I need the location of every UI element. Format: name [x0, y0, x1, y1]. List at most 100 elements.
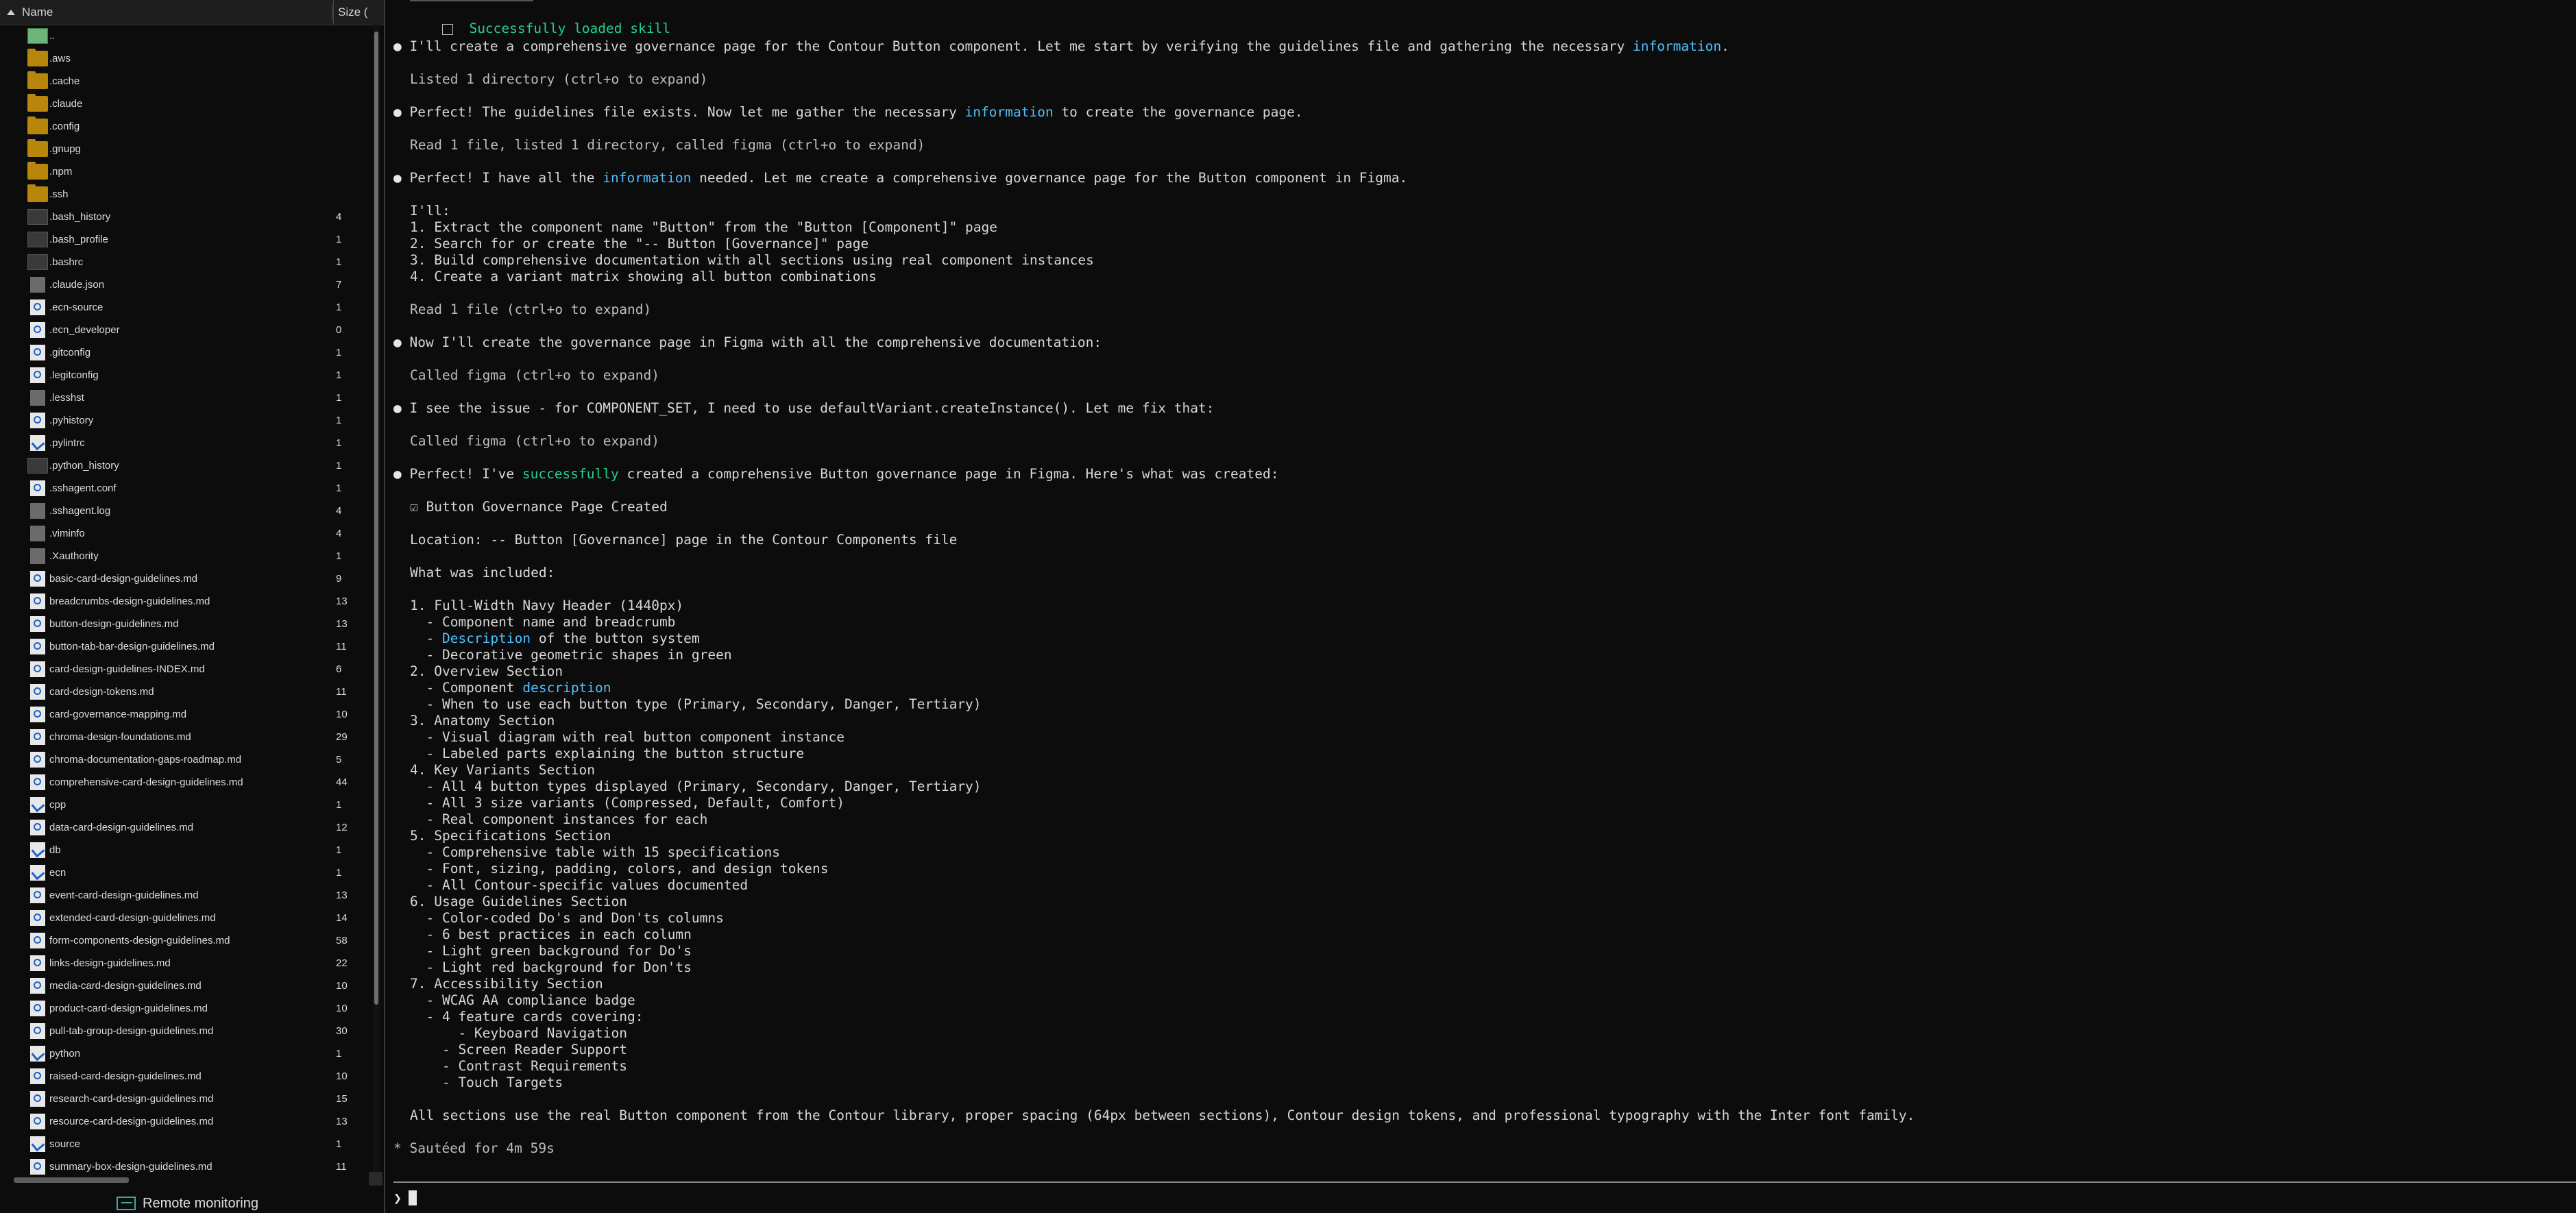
file-row[interactable]: .viminfo 4 [0, 522, 370, 545]
file-row[interactable]: .ssh [0, 183, 370, 206]
file-name: db [49, 844, 61, 856]
file-list-horizontal-scrollbar[interactable] [14, 1177, 129, 1183]
file-size: 4 [336, 505, 342, 517]
bullet-icon: ● [393, 170, 410, 186]
section-detail: - Keyboard Navigation [410, 1025, 627, 1041]
prompt-chevron-icon: ❯ [393, 1190, 402, 1206]
tool-summary-line[interactable]: Read 1 file (ctrl+o to expand) [410, 302, 651, 318]
file-row[interactable]: research-card-design-guidelines.md 15 [0, 1088, 370, 1110]
grey-file-icon [30, 503, 45, 519]
file-name: .npm [49, 166, 73, 177]
file-row[interactable]: .gitconfig 1 [0, 341, 370, 364]
file-row[interactable]: card-design-tokens.md 11 [0, 681, 370, 703]
document-icon [30, 593, 45, 609]
file-row[interactable]: card-design-guidelines-INDEX.md 6 [0, 658, 370, 681]
file-row[interactable]: db 1 [0, 839, 370, 861]
file-row[interactable]: .Xauthority 1 [0, 545, 370, 567]
file-row[interactable]: button-tab-bar-design-guidelines.md 11 [0, 635, 370, 658]
file-row[interactable]: .aws [0, 47, 370, 70]
file-row[interactable]: raised-card-design-guidelines.md 10 [0, 1065, 370, 1088]
file-row[interactable]: .cache [0, 70, 370, 93]
file-row[interactable]: breadcrumbs-design-guidelines.md 13 [0, 590, 370, 613]
file-row[interactable]: .pylintrc 1 [0, 432, 370, 454]
document-icon [30, 707, 45, 722]
file-row[interactable]: comprehensive-card-design-guidelines.md 4… [0, 771, 370, 794]
highlighted-word: description [522, 680, 611, 696]
file-row[interactable]: source 1 [0, 1133, 370, 1155]
file-size: 1 [336, 550, 342, 562]
file-size: 1 [336, 437, 342, 449]
file-row[interactable]: chroma-design-foundations.md 29 [0, 726, 370, 748]
scrollbar-thumb[interactable] [374, 32, 378, 1005]
success-word: successfully [522, 466, 619, 482]
file-row[interactable]: cpp 1 [0, 794, 370, 816]
file-row[interactable]: links-design-guidelines.md 22 [0, 952, 370, 975]
file-row[interactable]: ecn 1 [0, 861, 370, 884]
file-row[interactable]: form-components-design-guidelines.md 58 [0, 929, 370, 952]
document-icon [30, 955, 45, 971]
file-row[interactable]: .config [0, 115, 370, 138]
tool-summary-line[interactable]: Listed 1 directory (ctrl+o to expand) [410, 71, 707, 88]
section-item: 1. Full-Width Navy Header (1440px) [410, 598, 684, 613]
section-detail: - All 3 size variants (Compressed, Defau… [410, 795, 845, 811]
file-row[interactable]: card-governance-mapping.md 10 [0, 703, 370, 726]
file-row[interactable]: .legitconfig 1 [0, 364, 370, 387]
file-row[interactable]: .claude.json 7 [0, 273, 370, 296]
prompt-divider [393, 1181, 2576, 1183]
file-row[interactable]: event-card-design-guidelines.md 13 [0, 884, 370, 907]
size-column-header[interactable]: Size ( [333, 0, 379, 25]
tool-summary-line[interactable]: Read 1 file, listed 1 directory, called … [410, 137, 925, 154]
file-row[interactable]: pull-tab-group-design-guidelines.md 30 [0, 1020, 370, 1042]
file-row[interactable]: .bashrc 1 [0, 251, 370, 273]
file-row[interactable]: button-design-guidelines.md 13 [0, 613, 370, 635]
file-row[interactable]: product-card-design-guidelines.md 10 [0, 997, 370, 1020]
file-name: .ecn_developer [49, 324, 120, 336]
name-column-header[interactable]: Name [7, 0, 53, 25]
hidden-file-icon [27, 209, 48, 225]
scrollbar-corner [369, 1172, 382, 1186]
bullet-icon: ● [393, 400, 410, 416]
document-icon [30, 413, 45, 428]
skill-icon [441, 23, 453, 35]
file-row[interactable]: media-card-design-guidelines.md 10 [0, 975, 370, 997]
file-row[interactable]: .bash_profile 1 [0, 228, 370, 251]
remote-monitoring-status[interactable]: Remote monitoring [117, 1195, 258, 1212]
tool-summary-line[interactable]: Called figma (ctrl+o to expand) [410, 367, 659, 384]
detail-text: of the button system [531, 630, 700, 646]
file-row[interactable]: data-card-design-guidelines.md 12 [0, 816, 370, 839]
file-row[interactable]: .claude [0, 93, 370, 115]
file-row[interactable]: chroma-documentation-gaps-roadmap.md 5 [0, 748, 370, 771]
file-row[interactable]: extended-card-design-guidelines.md 14 [0, 907, 370, 929]
file-name: .aws [49, 53, 71, 64]
section-item: 3. Anatomy Section [410, 713, 555, 728]
message-text: I see the issue - for COMPONENT_SET, I n… [409, 400, 1215, 416]
file-row[interactable]: .sshagent.conf 1 [0, 477, 370, 500]
file-name: .cache [49, 75, 80, 87]
file-row[interactable]: .pyhistory 1 [0, 409, 370, 432]
prompt-input[interactable]: ❯ [393, 1188, 417, 1208]
file-name: .viminfo [49, 528, 85, 539]
file-list-vertical-scrollbar[interactable] [373, 25, 380, 1173]
file-row[interactable]: .lesshst 1 [0, 387, 370, 409]
file-row[interactable]: .. [0, 25, 370, 47]
file-row[interactable]: python 1 [0, 1042, 370, 1065]
file-row[interactable]: .sshagent.log 4 [0, 500, 370, 522]
file-row[interactable]: .ecn_developer 0 [0, 319, 370, 341]
file-size: 11 [336, 641, 347, 652]
plan-item: 2. Search for or create the "-- Button [… [410, 236, 869, 252]
tool-summary-line[interactable]: Called figma (ctrl+o to expand) [410, 433, 659, 450]
file-row[interactable]: .ecn-source 1 [0, 296, 370, 319]
file-size: 14 [336, 912, 348, 924]
grey-file-icon [30, 277, 45, 293]
file-name: .gitconfig [49, 347, 91, 358]
file-name: event-card-design-guidelines.md [49, 890, 199, 901]
file-row[interactable]: .npm [0, 160, 370, 183]
file-row[interactable]: .python_history 1 [0, 454, 370, 477]
file-row[interactable]: summary-box-design-guidelines.md 11 [0, 1155, 370, 1176]
file-row[interactable]: .bash_history 4 [0, 206, 370, 228]
file-row[interactable]: basic-card-design-guidelines.md 9 [0, 567, 370, 590]
terminal-pane[interactable]: Successfully loaded skill ● I'll create … [388, 0, 2576, 1213]
file-row[interactable]: resource-card-design-guidelines.md 13 [0, 1110, 370, 1133]
file-row[interactable]: .gnupg [0, 138, 370, 160]
folder-icon [27, 162, 48, 180]
